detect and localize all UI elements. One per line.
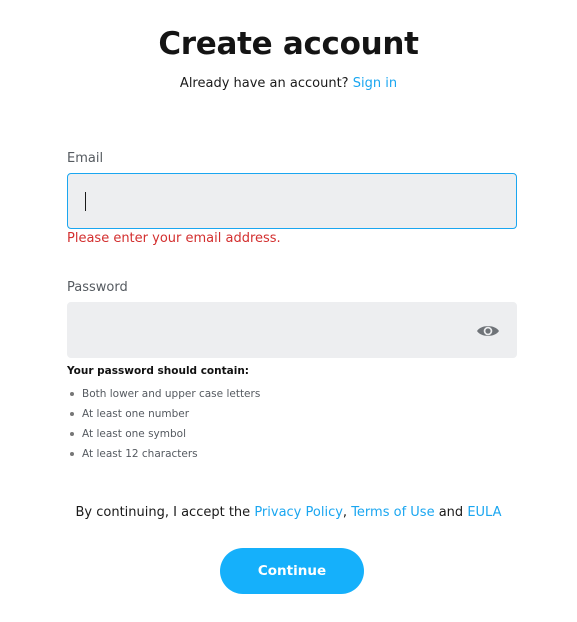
signin-prompt-text: Already have an account? bbox=[179, 76, 349, 91]
terms-notice: By continuing, I accept the Privacy Poli… bbox=[0, 505, 577, 520]
page-title: Create account bbox=[158, 26, 419, 62]
terms-of-use-link[interactable]: Terms of Use bbox=[351, 505, 434, 520]
requirement-item: At least one number bbox=[67, 406, 260, 426]
email-input[interactable] bbox=[68, 174, 516, 228]
password-field[interactable] bbox=[67, 302, 517, 358]
privacy-policy-link[interactable]: Privacy Policy bbox=[254, 505, 343, 520]
terms-and: and bbox=[438, 505, 464, 520]
eula-link[interactable]: EULA bbox=[467, 505, 501, 520]
terms-separator: , bbox=[342, 505, 348, 520]
signin-link[interactable]: Sign in bbox=[353, 76, 397, 91]
email-error-message: Please enter your email address. bbox=[67, 231, 281, 246]
password-input[interactable] bbox=[68, 303, 516, 357]
signin-prompt: Already have an account? Sign in bbox=[0, 76, 577, 91]
email-field[interactable] bbox=[67, 173, 517, 229]
password-label: Password bbox=[67, 280, 128, 295]
email-label: Email bbox=[67, 151, 104, 166]
continue-button[interactable]: Continue bbox=[220, 548, 364, 594]
terms-prefix: By continuing, I accept the bbox=[75, 505, 251, 520]
create-account-page: Create account Already have an account? … bbox=[0, 0, 577, 622]
requirement-item: Both lower and upper case letters bbox=[67, 386, 260, 406]
password-requirements-list: Both lower and upper case letters At lea… bbox=[67, 386, 260, 466]
eye-icon[interactable] bbox=[476, 321, 500, 341]
password-requirements-title: Your password should contain: bbox=[67, 365, 250, 377]
requirement-item: At least 12 characters bbox=[67, 446, 260, 466]
requirement-item: At least one symbol bbox=[67, 426, 260, 446]
text-caret bbox=[85, 192, 86, 211]
